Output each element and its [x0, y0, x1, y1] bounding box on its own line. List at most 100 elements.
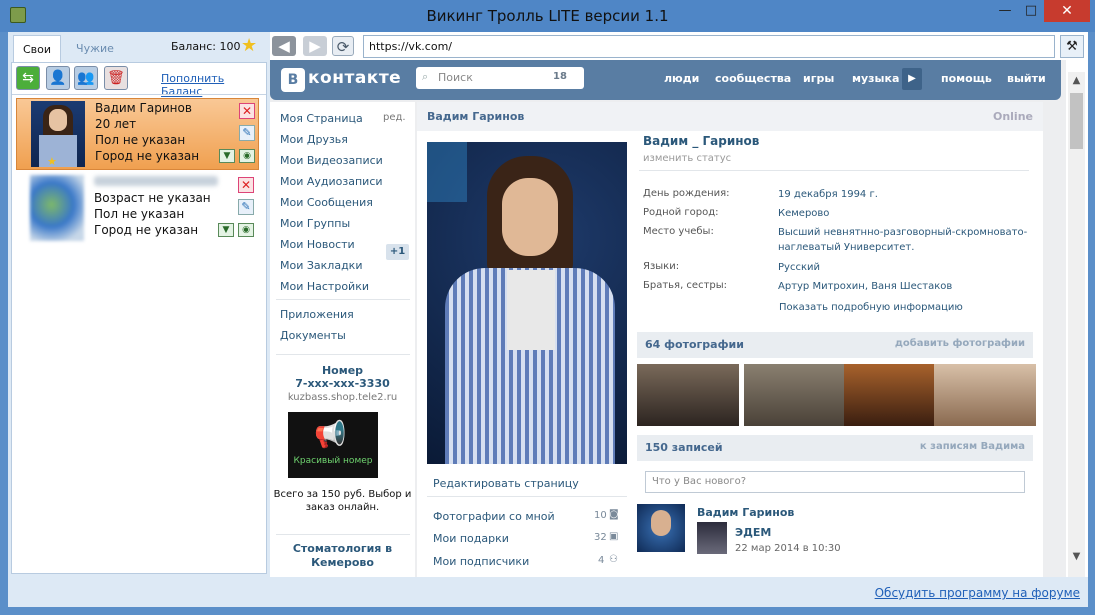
nav-documents[interactable]: Документы: [280, 329, 346, 342]
divider: [639, 170, 1029, 171]
repost-source[interactable]: ЭДЕМ: [735, 526, 771, 539]
client-area: Свои Чужие Баланс: 100 ★ ⇆ 👤 👥 🗑 Пополни…: [8, 32, 1088, 607]
change-status-link[interactable]: изменить статус: [643, 153, 731, 164]
ad-title[interactable]: Номер: [270, 364, 415, 377]
profile-main: Вадим Гаринов Online Редактировать стран…: [417, 102, 1043, 577]
new-post-input[interactable]: Что у Вас нового?: [645, 471, 1025, 493]
menu-games[interactable]: игры: [803, 72, 834, 85]
divider: [276, 534, 410, 535]
nav-groups[interactable]: Мои Группы: [280, 217, 350, 230]
edit-icon[interactable]: ✎: [239, 125, 255, 141]
ad-url[interactable]: kuzbass.shop.tele2.ru: [270, 392, 415, 403]
photo-thumbnail[interactable]: [844, 364, 946, 426]
menu-help[interactable]: помощь: [941, 72, 992, 85]
profile-photo[interactable]: [427, 142, 627, 464]
post-author[interactable]: Вадим Гаринов: [697, 506, 794, 519]
scroll-thumb[interactable]: [1070, 93, 1083, 149]
photo-thumbnail[interactable]: [744, 364, 846, 426]
ad-title[interactable]: Стоматология в Кемерово: [270, 542, 415, 570]
switch-account-button[interactable]: ⇆: [16, 66, 40, 90]
account-item[interactable]: Возраст не указан Пол не указан Город не…: [16, 173, 259, 245]
forward-button[interactable]: ▶: [303, 36, 327, 56]
blurred-name: [94, 176, 218, 186]
menu-communities[interactable]: сообщества: [715, 72, 791, 85]
scroll-down-icon[interactable]: ▼: [1068, 548, 1085, 565]
repost-thumbnail[interactable]: [697, 522, 727, 554]
vk-brand[interactable]: контакте: [308, 68, 401, 88]
remove-icon[interactable]: ✕: [239, 103, 255, 119]
back-button[interactable]: ◀: [272, 36, 296, 56]
info-value[interactable]: Кемерово: [778, 206, 1028, 221]
nav-videos[interactable]: Мои Видеозаписи: [280, 154, 383, 167]
groups-badge: +1: [386, 244, 409, 260]
play-icon[interactable]: ▶: [902, 68, 922, 90]
posts-link[interactable]: к записям Вадима: [920, 441, 1025, 452]
tab-own[interactable]: Свои: [13, 35, 61, 62]
account-name: Вадим Гаринов: [95, 101, 192, 115]
edit-link[interactable]: ред.: [383, 112, 406, 123]
photos-title[interactable]: 64 фотографии: [645, 338, 744, 351]
edit-icon[interactable]: ✎: [238, 199, 254, 215]
nav-audio[interactable]: Мои Аудиозаписи: [280, 175, 383, 188]
remove-icon[interactable]: ✕: [238, 177, 254, 193]
info-value[interactable]: Высший невнятнно-разговорный-скромновато…: [778, 225, 1028, 255]
webview: В контакте Поиск ⌕ 18 люди сообщества иг…: [270, 60, 1066, 577]
photo-thumbnail[interactable]: [934, 364, 1036, 426]
nav-my-page[interactable]: Моя Страница: [280, 112, 363, 125]
add-photos-link[interactable]: добавить фотографии: [895, 338, 1025, 349]
filter-icon[interactable]: ▼: [219, 149, 235, 163]
nav-news[interactable]: Мои Новости: [280, 238, 355, 251]
post-date[interactable]: 22 мар 2014 в 10:30: [735, 543, 841, 554]
nav-settings[interactable]: Мои Настройки: [280, 280, 369, 293]
account-age: 20 лет: [95, 117, 137, 131]
camera-icon: ◙: [609, 509, 619, 520]
avatar[interactable]: [637, 504, 685, 552]
photos-with-me-link[interactable]: Фотографии со мной: [433, 510, 555, 523]
info-value[interactable]: Артур Митрохин, Ваня Шестаков: [778, 279, 1028, 294]
add-users-button[interactable]: 👥: [74, 66, 98, 90]
nav-bookmarks[interactable]: Мои Закладки: [280, 259, 362, 272]
gifts-link[interactable]: Мои подарки: [433, 532, 509, 545]
profile-header-name: Вадим Гаринов: [427, 110, 525, 123]
eye-icon[interactable]: ◉: [238, 223, 254, 237]
ad-text: Всего за 150 руб. Выбор и заказ онлайн.: [273, 489, 412, 513]
edit-page-link[interactable]: Редактировать страницу: [433, 477, 579, 490]
show-more-link[interactable]: Показать подробную информацию: [779, 302, 963, 313]
delete-button[interactable]: 🗑: [104, 66, 128, 90]
ad-number[interactable]: 7-xxx-xxx-3330: [270, 377, 415, 390]
minimize-button[interactable]: —: [992, 0, 1018, 22]
photo-thumbnail[interactable]: [637, 364, 739, 426]
add-user-button[interactable]: 👤: [46, 66, 70, 90]
nav-apps[interactable]: Приложения: [280, 308, 354, 321]
scroll-up-icon[interactable]: ▲: [1068, 72, 1085, 89]
info-value[interactable]: 19 декабря 1994 г.: [778, 187, 1028, 202]
photos-count: 10: [594, 510, 607, 521]
reload-button[interactable]: ⟳: [332, 36, 354, 56]
filter-icon[interactable]: ▼: [218, 223, 234, 237]
eye-icon[interactable]: ◉: [239, 149, 255, 163]
search-count: 18: [553, 71, 567, 82]
search-icon: ⌕: [422, 70, 429, 83]
forum-link[interactable]: Обсудить программу на форуме: [875, 586, 1080, 600]
info-value[interactable]: Русский: [778, 260, 1028, 275]
menu-logout[interactable]: выйти: [1007, 72, 1046, 85]
vk-logo[interactable]: В: [281, 68, 305, 92]
posts-title[interactable]: 150 записей: [645, 441, 723, 454]
maximize-button[interactable]: □: [1018, 0, 1044, 22]
megaphone-icon: 📢: [314, 420, 347, 450]
menu-people[interactable]: люди: [664, 72, 699, 85]
account-city: Город не указан: [95, 149, 200, 163]
menu-music[interactable]: музыка: [852, 72, 899, 85]
subscribers-link[interactable]: Мои подписчики: [433, 555, 529, 568]
ad-image[interactable]: 📢 Красивый номер: [288, 412, 378, 478]
account-item[interactable]: ★ Вадим Гаринов 20 лет Пол не указан Гор…: [16, 98, 259, 170]
nav-friends[interactable]: Мои Друзья: [280, 133, 348, 146]
scrollbar[interactable]: ▲ ▼: [1068, 72, 1085, 577]
tab-others[interactable]: Чужие: [63, 35, 127, 62]
address-bar[interactable]: https://vk.com/: [363, 35, 1055, 58]
ad-caption: Красивый номер: [293, 456, 373, 466]
close-button[interactable]: ✕: [1044, 0, 1090, 22]
account-city: Город не указан: [94, 223, 199, 237]
settings-tools-icon[interactable]: ⚒: [1060, 35, 1084, 58]
nav-messages[interactable]: Мои Сообщения: [280, 196, 373, 209]
